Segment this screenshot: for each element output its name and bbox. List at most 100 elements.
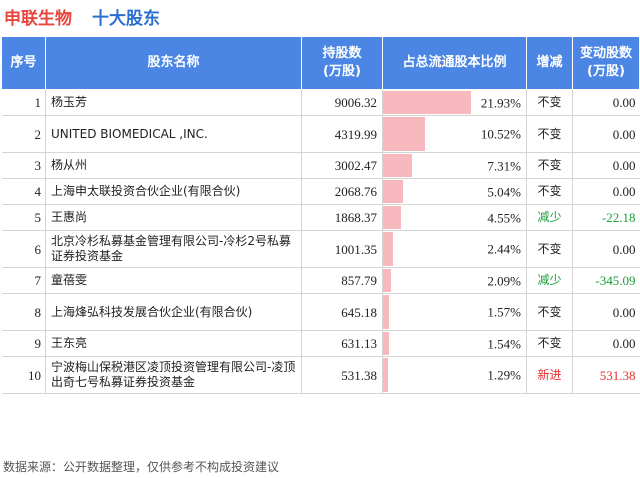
row-shares: 2068.76: [301, 178, 383, 205]
row-ratio-cell: 2.09%: [382, 267, 527, 294]
shareholder-table: 序号 股东名称 持股数 (万股) 占总流通股本比例 增减 变动股数 (万股) 1 杨玉…: [1, 36, 640, 394]
row-ratio-cell: 2.44%: [382, 230, 527, 268]
row-change-status: 不变: [526, 89, 573, 116]
table-row: 6 北京冷杉私募基金管理有限公司-冷杉2号私募证券投资基金 1001.35 2.44%…: [1, 230, 640, 268]
row-rank: 1: [1, 89, 46, 116]
ratio-label: 5.04%: [487, 184, 521, 199]
row-rank: 10: [1, 356, 46, 394]
row-delta: 0.00: [572, 293, 640, 331]
row-ratio-cell: 21.93%: [382, 89, 527, 116]
table-row: 2 UNITED BIOMEDICAL ,INC. 4319.99 10.52% 不变 0…: [1, 115, 640, 153]
row-shareholder-name: 童蓓雯: [45, 267, 302, 294]
row-change-status: 减少: [526, 204, 573, 231]
row-delta: -345.09: [572, 267, 640, 294]
row-delta: 0.00: [572, 89, 640, 116]
ratio-bar: [383, 232, 393, 266]
row-shares: 4319.99: [301, 115, 383, 153]
row-change-status: 不变: [526, 330, 573, 357]
ratio-bar: [383, 154, 413, 177]
row-shareholder-name: 宁波梅山保税港区凌顶投资管理有限公司-凌顶出奇七号私募证券投资基金: [45, 356, 302, 394]
row-delta: 0.00: [572, 330, 640, 357]
row-shares: 9006.32: [301, 89, 383, 116]
ratio-label: 1.54%: [487, 336, 521, 351]
ratio-bar: [383, 269, 392, 292]
ratio-label: 2.09%: [487, 273, 521, 288]
row-shares: 531.38: [301, 356, 383, 394]
row-shareholder-name: UNITED BIOMEDICAL ,INC.: [45, 115, 302, 153]
row-change-status: 不变: [526, 178, 573, 205]
row-ratio-cell: 7.31%: [382, 152, 527, 179]
table-row: 5 王惠尚 1868.37 4.55% 减少 -22.18: [1, 204, 640, 231]
data-source-note: 数据来源：公开数据整理，仅供参考不构成投资建议: [3, 460, 280, 474]
row-change-status: 减少: [526, 267, 573, 294]
row-ratio-cell: 1.29%: [382, 356, 527, 394]
ratio-bar: [383, 295, 390, 329]
header-name: 股东名称: [45, 36, 302, 90]
row-rank: 5: [1, 204, 46, 231]
row-change-status: 不变: [526, 293, 573, 331]
row-shares: 3002.47: [301, 152, 383, 179]
row-delta: 0.00: [572, 178, 640, 205]
row-shareholder-name: 上海烽弘科技发展合伙企业(有限合伙): [45, 293, 302, 331]
row-rank: 6: [1, 230, 46, 268]
ratio-bar: [383, 180, 404, 203]
ratio-label: 1.29%: [487, 367, 521, 383]
ratio-label: 7.31%: [487, 158, 521, 173]
row-change-status: 新进: [526, 356, 573, 394]
header-rank: 序号: [1, 36, 46, 90]
table-row: 9 王东亮 631.13 1.54% 不变 0.00: [1, 330, 640, 357]
table-row: 7 童蓓雯 857.79 2.09% 减少 -345.09: [1, 267, 640, 294]
row-delta: 531.38: [572, 356, 640, 394]
row-rank: 2: [1, 115, 46, 153]
row-change-status: 不变: [526, 152, 573, 179]
row-ratio-cell: 5.04%: [382, 178, 527, 205]
page-title: 十大股东: [92, 9, 160, 29]
header-change: 增减: [526, 36, 573, 90]
row-rank: 4: [1, 178, 46, 205]
ratio-label: 4.55%: [487, 210, 521, 225]
row-shareholder-name: 上海申太联投资合伙企业(有限合伙): [45, 178, 302, 205]
row-rank: 9: [1, 330, 46, 357]
header-ratio: 占总流通股本比例: [382, 36, 527, 90]
row-shares: 631.13: [301, 330, 383, 357]
table-row: 10 宁波梅山保税港区凌顶投资管理有限公司-凌顶出奇七号私募证券投资基金 531.3…: [1, 356, 640, 394]
company-name: 申联生物: [4, 9, 72, 29]
row-rank: 7: [1, 267, 46, 294]
row-shareholder-name: 王东亮: [45, 330, 302, 357]
ratio-bar: [383, 117, 426, 151]
row-shareholder-name: 杨从州: [45, 152, 302, 179]
ratio-bar: [383, 332, 390, 355]
row-shares: 645.18: [301, 293, 383, 331]
ratio-label: 1.57%: [487, 304, 521, 320]
row-shares: 1001.35: [301, 230, 383, 268]
table-body: 1 杨玉芳 9006.32 21.93% 不变 0.00 2 UNITED BIOMEDICA…: [1, 89, 640, 394]
row-change-status: 不变: [526, 230, 573, 268]
row-shareholder-name: 北京冷杉私募基金管理有限公司-冷杉2号私募证券投资基金: [45, 230, 302, 268]
table-row: 1 杨玉芳 9006.32 21.93% 不变 0.00: [1, 89, 640, 116]
ratio-bar: [383, 358, 389, 392]
title-bar: 申联生物 十大股东: [0, 0, 640, 32]
ratio-label: 2.44%: [487, 241, 521, 257]
row-delta: 0.00: [572, 152, 640, 179]
ratio-label: 21.93%: [480, 95, 521, 110]
row-ratio-cell: 4.55%: [382, 204, 527, 231]
row-rank: 8: [1, 293, 46, 331]
row-ratio-cell: 10.52%: [382, 115, 527, 153]
row-ratio-cell: 1.54%: [382, 330, 527, 357]
header-delta: 变动股数 (万股): [572, 36, 640, 90]
row-change-status: 不变: [526, 115, 573, 153]
row-delta: 0.00: [572, 230, 640, 268]
row-shareholder-name: 王惠尚: [45, 204, 302, 231]
ratio-bar: [383, 206, 402, 229]
row-shareholder-name: 杨玉芳: [45, 89, 302, 116]
row-delta: -22.18: [572, 204, 640, 231]
ratio-label: 10.52%: [480, 126, 521, 142]
row-delta: 0.00: [572, 115, 640, 153]
table-header-row: 序号 股东名称 持股数 (万股) 占总流通股本比例 增减 变动股数 (万股): [1, 36, 640, 90]
row-ratio-cell: 1.57%: [382, 293, 527, 331]
row-rank: 3: [1, 152, 46, 179]
table-row: 8 上海烽弘科技发展合伙企业(有限合伙) 645.18 1.57% 不变 0.00: [1, 293, 640, 331]
ratio-bar: [383, 91, 471, 114]
row-shares: 857.79: [301, 267, 383, 294]
table-row: 3 杨从州 3002.47 7.31% 不变 0.00: [1, 152, 640, 179]
